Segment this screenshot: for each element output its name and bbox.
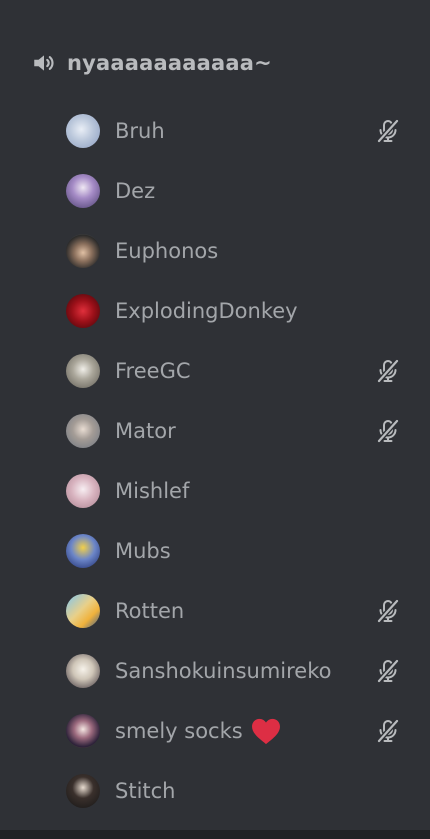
avatar[interactable] (66, 474, 100, 508)
member-name: Sanshokuinsumireko (115, 659, 332, 683)
member-name: Euphonos (115, 239, 219, 263)
voice-member[interactable]: Rotten (0, 581, 430, 641)
muted-microphone-icon (376, 718, 400, 744)
voice-member[interactable]: Stitch (0, 761, 430, 821)
bottom-divider (0, 830, 430, 839)
muted-microphone-icon (376, 658, 400, 684)
voice-member[interactable]: Mishlef (0, 461, 430, 521)
avatar[interactable] (66, 654, 100, 688)
avatar[interactable] (66, 774, 100, 808)
voice-channel[interactable]: nyaaaaaaaaaaa~ (0, 42, 430, 84)
avatar[interactable] (66, 174, 100, 208)
member-name: Stitch (115, 779, 176, 803)
member-name: Bruh (115, 119, 165, 143)
avatar[interactable] (66, 234, 100, 268)
avatar[interactable] (66, 714, 100, 748)
member-name: Mubs (115, 539, 171, 563)
avatar[interactable] (66, 414, 100, 448)
muted-microphone-icon (376, 358, 400, 384)
member-name: smely socks (115, 719, 243, 743)
voice-member[interactable]: Dez (0, 161, 430, 221)
channel-name: nyaaaaaaaaaaa~ (67, 51, 272, 75)
avatar[interactable] (66, 534, 100, 568)
voice-member[interactable]: smely socks (0, 701, 430, 761)
muted-microphone-icon (376, 598, 400, 624)
muted-microphone-icon (376, 118, 400, 144)
member-name: Mator (115, 419, 176, 443)
member-name: Mishlef (115, 479, 190, 503)
member-name: FreeGC (115, 359, 191, 383)
heart-icon (251, 718, 281, 745)
avatar[interactable] (66, 594, 100, 628)
avatar[interactable] (66, 114, 100, 148)
voice-member[interactable]: Euphonos (0, 221, 430, 281)
speaker-icon (31, 50, 57, 76)
avatar[interactable] (66, 354, 100, 388)
member-name: Rotten (115, 599, 185, 623)
member-name: ExplodingDonkey (115, 299, 298, 323)
voice-member[interactable]: FreeGC (0, 341, 430, 401)
voice-member[interactable]: ExplodingDonkey (0, 281, 430, 341)
member-name: Dez (115, 179, 156, 203)
voice-member-list: Bruh Dez Euphonos ExplodingDonkey FreeGC Mato… (0, 101, 430, 821)
voice-member[interactable]: Bruh (0, 101, 430, 161)
voice-member[interactable]: Mator (0, 401, 430, 461)
voice-member[interactable]: Mubs (0, 521, 430, 581)
voice-member[interactable]: Sanshokuinsumireko (0, 641, 430, 701)
muted-microphone-icon (376, 418, 400, 444)
avatar[interactable] (66, 294, 100, 328)
voice-channel-panel: nyaaaaaaaaaaa~ Bruh Dez Euphonos ExplodingD… (0, 0, 430, 839)
